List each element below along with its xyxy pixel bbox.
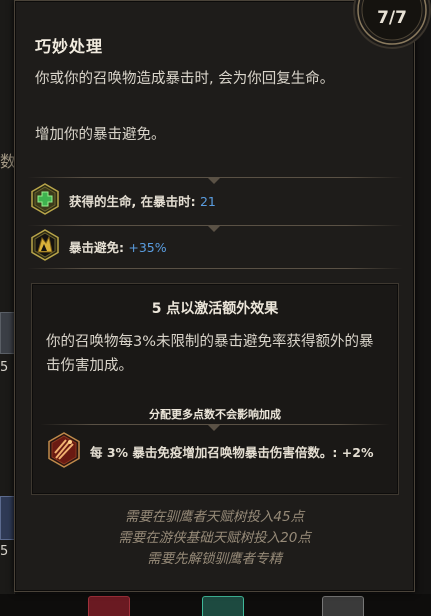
claw-strike-icon: [48, 432, 80, 468]
bonus-heading: 5 点以激活额外效果: [151, 301, 279, 317]
bonus-note: 分配更多点数不会影响加成: [149, 408, 281, 421]
requirement-text: 需要在游侠基础天赋树投入20点: [118, 530, 311, 546]
background-slot-value: 5: [0, 360, 9, 375]
stat-label: 获得的生命, 在暴击时:: [69, 194, 200, 209]
game-screen: 数 5 5 巧妙处理 你或你的召唤物造成暴击时, 会为你回复生命。 增加你的暴击…: [0, 0, 431, 616]
health-cross-icon: [31, 183, 59, 215]
talent-description: 你或你的召唤物造成暴击时, 会为你回复生命。: [35, 71, 335, 87]
requirement-text: 需要在驯鹰者天赋树投入45点: [124, 509, 305, 525]
bonus-description: 你的召唤物每3%未限制的暴击避免率获得额外的暴击伤害加成。: [46, 334, 374, 374]
stat-value: +35%: [128, 240, 167, 255]
skill-icon[interactable]: [88, 596, 130, 616]
talent-description: 增加你的暴击避免。: [35, 127, 166, 143]
divider-notch: [208, 425, 220, 431]
talent-tooltip: 巧妙处理 你或你的召唤物造成暴击时, 会为你回复生命。 增加你的暴击避免。 获得…: [14, 0, 415, 592]
skill-icon[interactable]: [202, 596, 244, 616]
stat-row-life-on-crit: 获得的生命, 在暴击时: 21: [29, 183, 389, 217]
talent-title: 巧妙处理: [35, 37, 104, 56]
stat-row-crit-avoidance: 暴击避免: +35%: [29, 229, 389, 263]
talent-rank: 7/7: [377, 8, 407, 28]
crit-avoid-icon: [31, 229, 59, 261]
skill-icon[interactable]: [322, 596, 364, 616]
requirement-text: 需要先解锁驯鹰者专精: [147, 551, 282, 567]
background-skill-slot[interactable]: [0, 496, 15, 540]
divider: [27, 268, 403, 269]
bonus-effect-box: 5 点以激活额外效果 你的召唤物每3%未限制的暴击避免率获得额外的暴击伤害加成。…: [31, 283, 399, 495]
background-slot-value: 5: [0, 544, 9, 559]
stat-value: 21: [199, 194, 216, 209]
bonus-effect: 每 3% 暴击免疫增加召唤物暴击伤害倍数。: +2%: [90, 445, 374, 460]
stat-label: 暴击避免:: [69, 240, 129, 255]
background-skill-slot[interactable]: [0, 312, 15, 354]
